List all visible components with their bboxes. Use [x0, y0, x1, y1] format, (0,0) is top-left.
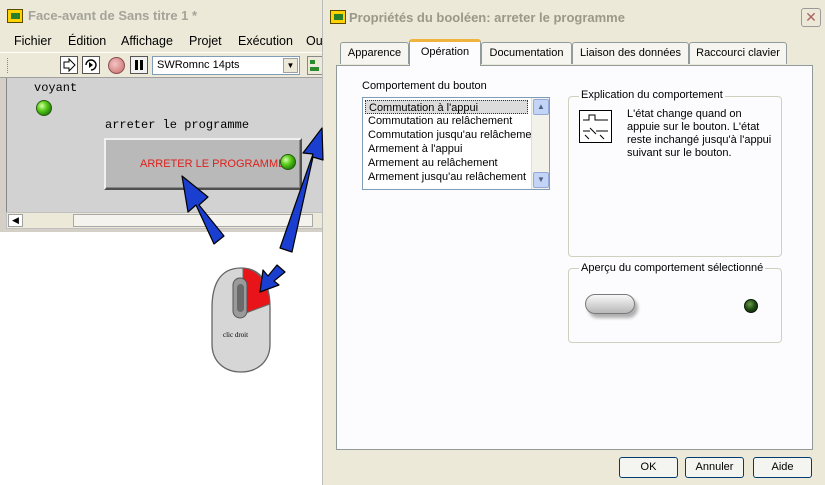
run-arrow-icon[interactable] — [60, 56, 78, 74]
help-button[interactable]: Aide — [753, 457, 812, 478]
menu-affichage[interactable]: Affichage — [121, 34, 173, 48]
properties-dialog: Propriétés du booléen: arreter le progra… — [322, 0, 825, 485]
tab-documentation[interactable]: Documentation — [481, 42, 572, 64]
ok-button[interactable]: OK — [619, 457, 678, 478]
preview-led — [744, 299, 758, 313]
tab-liaison-donnees[interactable]: Liaison des données — [572, 42, 689, 64]
button-caption: arreter le programme — [105, 118, 250, 132]
dialog-title: Propriétés du booléen: arreter le progra… — [349, 10, 625, 25]
menu-fichier[interactable]: Fichier — [14, 34, 52, 48]
stop-program-button-text: ARRETER LE PROGRAMME — [140, 158, 286, 170]
mouse-label: clic droit — [223, 331, 249, 339]
run-continuous-icon[interactable] — [82, 56, 100, 74]
labview-icon — [7, 9, 23, 23]
tab-apparence[interactable]: Apparence — [340, 42, 409, 64]
indicator-label: voyant — [34, 81, 78, 95]
front-panel-titlebar[interactable]: Face-avant de Sans titre 1 * — [0, 0, 330, 32]
toolbar: SWRomnc 14pts ▼ — [0, 52, 330, 78]
stop-program-button[interactable]: ARRETER LE PROGRAMME — [104, 138, 302, 190]
front-panel-window: Face-avant de Sans titre 1 * Fichier Édi… — [0, 0, 330, 232]
tab-operation[interactable]: Opération — [409, 39, 481, 66]
vertical-scrollbar[interactable]: ▲ ▼ — [531, 98, 549, 189]
labview-icon — [330, 10, 346, 24]
scroll-up-icon[interactable]: ▲ — [533, 99, 549, 115]
menu-projet[interactable]: Projet — [189, 34, 222, 48]
close-icon[interactable]: ✕ — [801, 8, 821, 27]
scroll-left-icon[interactable]: ◀ — [8, 214, 23, 227]
behavior-label: Comportement du bouton — [362, 80, 487, 92]
menu-execution[interactable]: Exécution — [238, 34, 293, 48]
button-led — [280, 154, 296, 170]
cancel-button[interactable]: Annuler — [685, 457, 744, 478]
chevron-down-icon[interactable]: ▼ — [283, 58, 298, 73]
toolbar-grip — [7, 58, 10, 73]
menu-edition[interactable]: Édition — [68, 34, 106, 48]
horizontal-scrollbar[interactable]: ◀ — [6, 212, 324, 229]
list-item[interactable]: Commutation au relâchement — [365, 114, 512, 128]
list-item[interactable]: Armement à l'appui — [365, 142, 462, 156]
list-item[interactable]: Armement au relâchement — [365, 156, 498, 170]
switch-when-pressed-icon — [579, 110, 612, 143]
font-select[interactable]: SWRomnc 14pts ▼ — [152, 56, 300, 75]
voyant-led — [36, 100, 52, 116]
behavior-list[interactable]: Commutation à l'appui Commutation au rel… — [362, 97, 550, 190]
dialog-titlebar[interactable]: Propriétés du booléen: arreter le progra… — [323, 0, 825, 35]
menu-outils[interactable]: Ou — [306, 34, 323, 48]
list-item[interactable]: Commutation à l'appui — [365, 100, 528, 114]
tab-raccourci-clavier[interactable]: Raccourci clavier — [689, 42, 787, 64]
scroll-down-icon[interactable]: ▼ — [533, 172, 549, 188]
scroll-thumb[interactable] — [73, 214, 313, 227]
abort-icon[interactable] — [108, 57, 125, 74]
explanation-text: L'état change quand on appuie sur le bou… — [627, 108, 772, 159]
list-item[interactable]: Armement jusqu'au relâchement — [365, 170, 526, 184]
preview-title: Aperçu du comportement sélectionné — [579, 262, 766, 274]
preview-toggle-switch[interactable] — [585, 294, 635, 314]
font-select-value: SWRomnc 14pts — [157, 59, 240, 71]
mouse-illustration: clic droit — [209, 264, 273, 376]
pause-icon[interactable] — [130, 56, 148, 74]
front-panel-title: Face-avant de Sans titre 1 * — [28, 8, 198, 23]
list-item[interactable]: Commutation jusqu'au relâchement — [365, 128, 541, 142]
explanation-title: Explication du comportement — [579, 89, 725, 101]
menu-bar: Fichier Édition Affichage Projet Exécuti… — [0, 32, 330, 52]
